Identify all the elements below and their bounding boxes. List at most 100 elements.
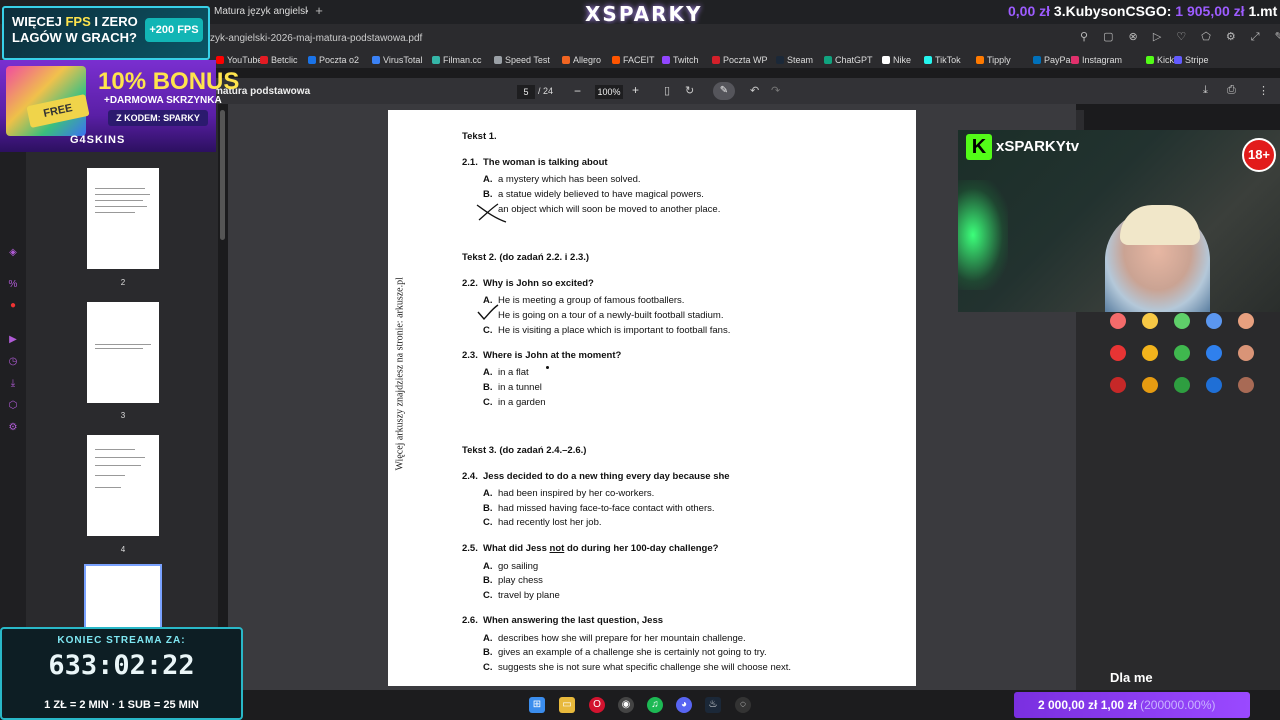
- color-swatch[interactable]: [1142, 345, 1158, 361]
- goal-ticker-suffix: 1.mt: [1248, 3, 1278, 19]
- bookmark-paypal[interactable]: PayPal: [1033, 55, 1073, 65]
- option-text: describes how she will prepare for her m…: [498, 633, 746, 644]
- thumbnail-scrollbar[interactable]: [220, 110, 225, 240]
- page-number-input[interactable]: 5: [517, 85, 535, 99]
- bookmark-favicon-icon: [562, 56, 570, 64]
- spotify-icon[interactable]: ♫: [647, 697, 663, 713]
- color-swatch[interactable]: [1110, 345, 1126, 361]
- question-text: Jess decided to do a new thing every day…: [483, 471, 730, 482]
- undo-icon[interactable]: ↶: [750, 84, 759, 97]
- bookmark-stripe[interactable]: Stripe: [1174, 55, 1209, 65]
- channel-logo: XSPARKY: [585, 2, 703, 26]
- thumbnail-page-4[interactable]: [87, 435, 159, 536]
- bookmark-favicon-icon: [824, 56, 832, 64]
- bookmark-instagram[interactable]: Instagram: [1071, 55, 1122, 65]
- windows-start-icon[interactable]: ⊞: [529, 697, 545, 713]
- thumbnail-page-2[interactable]: [87, 168, 159, 269]
- bookmark-faceit[interactable]: FACEIT: [612, 55, 655, 65]
- question-number: 2.3.: [462, 350, 478, 361]
- drawing-color-panel: [1076, 312, 1280, 690]
- bookmark-virustotal[interactable]: VirusTotal: [372, 55, 422, 65]
- bookmark-twitch[interactable]: Twitch: [662, 55, 699, 65]
- option-label: B.: [483, 647, 493, 658]
- bookmark-label: Allegro: [573, 55, 602, 65]
- color-swatch[interactable]: [1206, 345, 1222, 361]
- rail-icon-1[interactable]: ◈: [7, 247, 19, 259]
- bookmark-tiktok[interactable]: TikTok: [924, 55, 961, 65]
- zoom-out-button[interactable]: −: [574, 84, 581, 98]
- print-icon[interactable]: ⎙: [1227, 84, 1236, 97]
- color-swatch[interactable]: [1238, 345, 1254, 361]
- url-text[interactable]: zyk-angielski-2026-maj-matura-podstawowa…: [210, 33, 422, 44]
- bookmark-favicon-icon: [1174, 56, 1182, 64]
- browser-action-icons[interactable]: ⚲ ▢ ⊗ ▷ ♡ ⬠ ⚙ ⤢ ✎ A ⋮: [1080, 30, 1280, 46]
- bookmark-nike[interactable]: Nike: [882, 55, 911, 65]
- bookmark-label: Stripe: [1185, 55, 1209, 65]
- rail-icon-3[interactable]: ●: [7, 300, 19, 312]
- bookmark-poczta-o2[interactable]: Poczta o2: [308, 55, 359, 65]
- option-label: B.: [483, 189, 493, 200]
- file-explorer-icon[interactable]: ▭: [559, 697, 575, 713]
- question-text: The woman is talking about: [483, 157, 608, 168]
- bookmark-tipply[interactable]: Tipply: [976, 55, 1011, 65]
- color-swatch[interactable]: [1110, 377, 1126, 393]
- bookmark-chatgpt[interactable]: ChatGPT: [824, 55, 873, 65]
- color-swatch[interactable]: [1110, 313, 1126, 329]
- thumbnail-page-3[interactable]: [87, 302, 159, 403]
- fit-page-icon[interactable]: ▯: [664, 84, 670, 97]
- question-number: 2.2.: [462, 278, 478, 289]
- page-side-watermark: Więcej arkuszy znajdziesz na stronie: ar…: [394, 277, 406, 471]
- color-swatch[interactable]: [1206, 313, 1222, 329]
- bookmark-label: Steam: [787, 55, 814, 65]
- question-text-post: do during her 100-day challenge?: [566, 543, 719, 554]
- bookmark-betclic[interactable]: Betclic: [260, 55, 298, 65]
- section-header: Tekst 1.: [462, 131, 497, 142]
- color-swatch[interactable]: [1174, 345, 1190, 361]
- color-swatch[interactable]: [1206, 377, 1222, 393]
- thumbnail-page-5-selected[interactable]: [84, 564, 162, 634]
- bookmark-label: Twitch: [673, 55, 699, 65]
- color-swatch[interactable]: [1142, 313, 1158, 329]
- downloads-icon[interactable]: ⤓: [7, 378, 19, 390]
- bookmark-filman-cc[interactable]: Filman.cc: [432, 55, 482, 65]
- kick-logo-icon: K: [966, 134, 992, 160]
- color-swatch[interactable]: [1142, 377, 1158, 393]
- option-label: C.: [483, 662, 493, 673]
- obs-icon[interactable]: ◉: [618, 697, 634, 713]
- download-icon[interactable]: ⤓: [1203, 84, 1208, 97]
- bookmark-favicon-icon: [308, 56, 316, 64]
- opera-browser-icon[interactable]: O: [589, 697, 605, 713]
- zoom-in-button[interactable]: +: [632, 83, 639, 97]
- bookmark-kick[interactable]: Kick: [1146, 55, 1174, 65]
- color-swatch[interactable]: [1174, 377, 1190, 393]
- tab-active[interactable]: Matura język angielski: [208, 2, 308, 22]
- rail-icon-4[interactable]: ▶: [7, 334, 19, 346]
- bookmark-speed-test[interactable]: Speed Test: [494, 55, 550, 65]
- more-icon[interactable]: ⋮: [1258, 84, 1269, 97]
- bookmark-youtube[interactable]: YouTube: [216, 55, 262, 65]
- bookmark-poczta-wp[interactable]: Poczta WP: [712, 55, 768, 65]
- bookmark-allegro[interactable]: Allegro: [562, 55, 601, 65]
- rail-icon-2[interactable]: %: [7, 279, 19, 291]
- discord-icon[interactable]: ◕: [676, 697, 692, 713]
- settings-icon[interactable]: ⚙: [7, 422, 19, 434]
- color-swatch[interactable]: [1174, 313, 1190, 329]
- option-text: play chess: [498, 575, 543, 586]
- annotate-button[interactable]: ✎: [713, 82, 735, 100]
- streamer-handle: xSPARKYtv: [996, 138, 1080, 155]
- bookmark-steam[interactable]: Steam: [776, 55, 813, 65]
- bookmark-label: Betclic: [271, 55, 298, 65]
- new-tab-button[interactable]: +: [312, 4, 326, 18]
- steam-icon[interactable]: ♨: [705, 697, 721, 713]
- history-icon[interactable]: ◷: [7, 356, 19, 368]
- color-swatch[interactable]: [1238, 377, 1254, 393]
- rail-icon-5[interactable]: ⬡: [7, 400, 19, 412]
- bookmark-label: YouTube: [227, 55, 263, 65]
- question-number: 2.4.: [462, 471, 478, 482]
- zoom-level[interactable]: 100%: [595, 85, 623, 99]
- color-swatch[interactable]: [1238, 313, 1254, 329]
- goal-ticker-amount: 1 905,00 zł: [1175, 3, 1245, 19]
- rotate-icon[interactable]: ↻: [685, 84, 694, 97]
- redo-icon[interactable]: ↷: [771, 84, 780, 97]
- app-icon[interactable]: ◌: [735, 697, 751, 713]
